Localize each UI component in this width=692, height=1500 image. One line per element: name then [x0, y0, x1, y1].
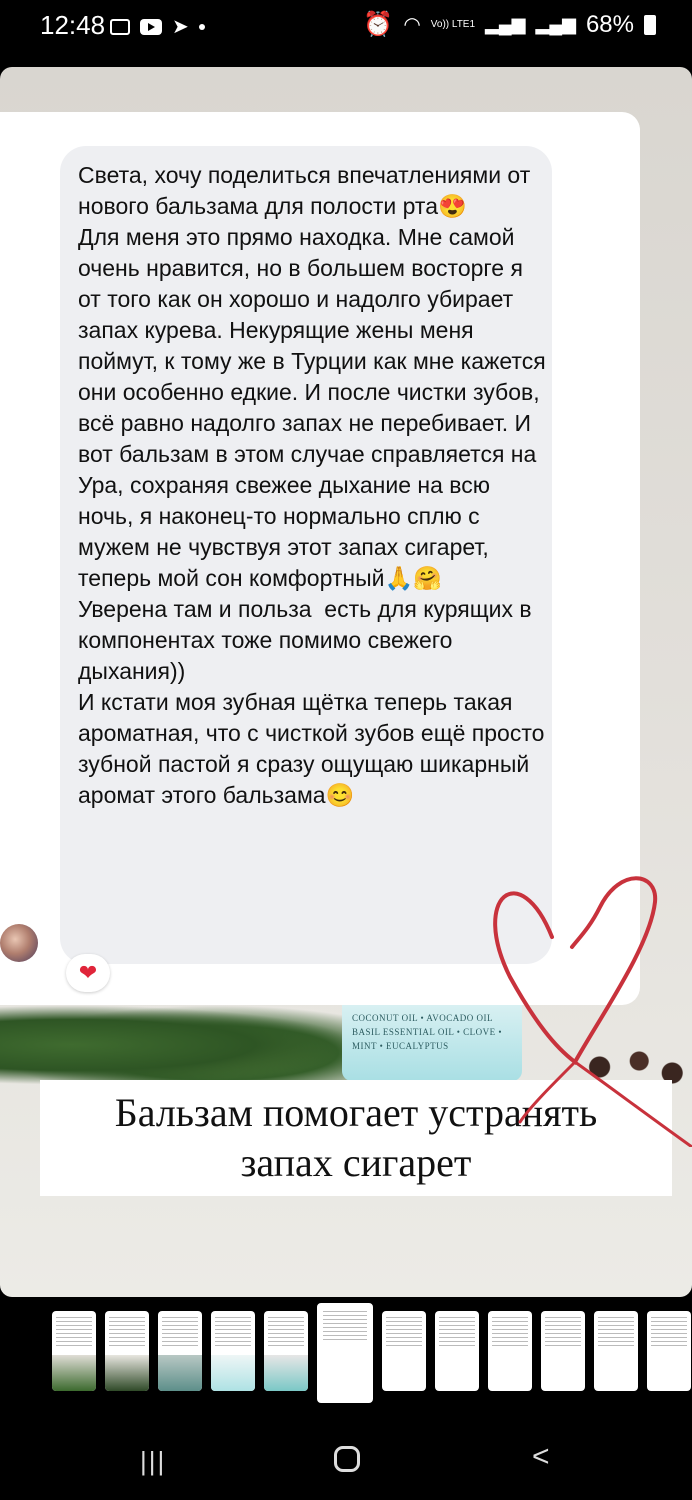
message-bubble: Света, хочу поделиться впечатлениями от … — [60, 146, 552, 964]
status-time: 12:48 — [40, 10, 106, 40]
navigation-bar: ||| < — [0, 1420, 692, 1500]
thumbnail-text-preview — [215, 1317, 251, 1347]
gallery-icon — [110, 18, 130, 35]
thumbnail-text-preview — [323, 1311, 367, 1341]
story-thumbnail[interactable] — [211, 1311, 255, 1391]
dot-icon — [198, 23, 205, 30]
thumbnail-image-preview — [52, 1355, 96, 1391]
battery-percent: 68% — [585, 10, 634, 38]
telegram-icon: ➤ — [172, 16, 189, 38]
thumbnail-text-preview — [268, 1317, 304, 1347]
thumbnail-image-preview — [158, 1355, 202, 1391]
story-thumbnail[interactable] — [52, 1311, 96, 1391]
thumbnail-text-preview — [109, 1317, 145, 1347]
notification-icons: ➤ — [110, 14, 205, 39]
thumbnail-image-preview — [264, 1355, 308, 1391]
wifi-icon: ◠ — [403, 14, 421, 36]
heart-reaction-icon: ❤ — [66, 954, 110, 992]
story-thumbnail[interactable] — [317, 1303, 373, 1403]
story-thumbnail[interactable] — [435, 1311, 479, 1391]
recent-apps-button[interactable]: ||| — [140, 1446, 166, 1477]
story-thumbnail[interactable] — [158, 1311, 202, 1391]
back-button[interactable]: < — [532, 1440, 550, 1474]
mint-leaves-image — [0, 1005, 360, 1085]
signal-roaming-icon: ▂▄▆ — [535, 14, 576, 34]
story-thumbnail[interactable] — [264, 1311, 308, 1391]
story-thumbnail[interactable] — [488, 1311, 532, 1391]
thumbnail-image-preview — [211, 1355, 255, 1391]
thumbnail-text-preview — [56, 1317, 92, 1347]
message-text: Света, хочу поделиться впечатлениями от … — [78, 162, 546, 808]
thumbnail-text-preview — [162, 1317, 198, 1347]
thumbnail-text-preview — [386, 1317, 422, 1347]
thumbnail-text-preview — [598, 1317, 634, 1347]
story-thumbnail[interactable] — [594, 1311, 638, 1391]
signal-icon: ▂▄▆ — [485, 14, 526, 34]
story-thumbnail[interactable] — [541, 1311, 585, 1391]
story-viewer[interactable]: Света, хочу поделиться впечатлениями от … — [0, 67, 692, 1297]
system-icons: ⏰ ◠ Vo)) LTE1 ▂▄▆ ▂▄▆ 68% — [363, 10, 656, 39]
youtube-icon — [140, 18, 162, 35]
thumbnail-text-preview — [439, 1317, 475, 1347]
volte-icon: Vo)) LTE1 — [430, 19, 476, 30]
avatar — [0, 924, 38, 962]
battery-icon — [644, 14, 656, 35]
story-thumbnail[interactable] — [647, 1311, 691, 1391]
story-thumbnails — [52, 1303, 691, 1405]
story-thumbnail[interactable] — [105, 1311, 149, 1391]
heart-doodle-icon — [493, 876, 692, 1147]
thumbnail-text-preview — [492, 1317, 528, 1347]
thumbnail-image-preview — [105, 1355, 149, 1391]
alarm-icon: ⏰ — [363, 11, 394, 38]
home-button[interactable] — [334, 1446, 360, 1472]
thumbnail-text-preview — [651, 1317, 687, 1347]
status-bar: 12:48 ➤ ⏰ ◠ Vo)) LTE1 ▂▄▆ ▂▄▆ 68% — [0, 0, 692, 56]
thumbnail-text-preview — [545, 1317, 581, 1347]
story-thumbnail[interactable] — [382, 1311, 426, 1391]
